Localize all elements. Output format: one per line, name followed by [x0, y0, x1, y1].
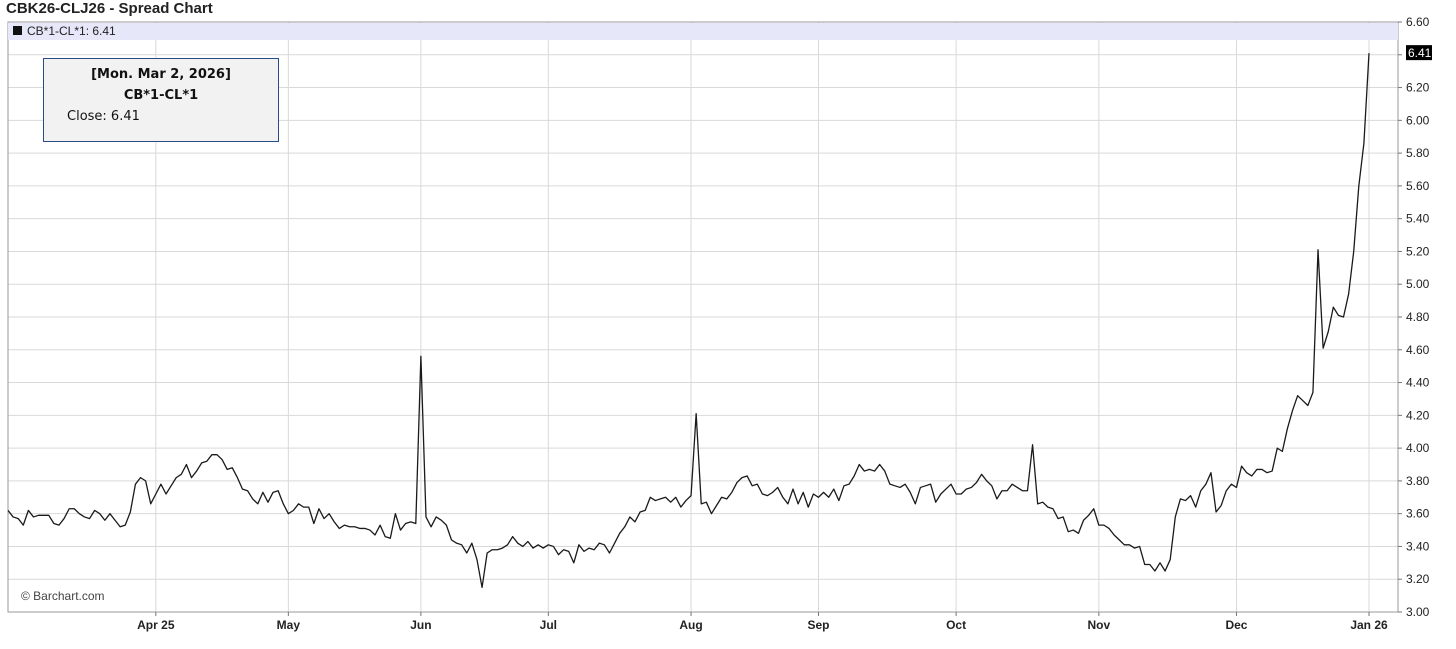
y-tick-label: 5.00 — [1406, 277, 1430, 291]
y-tick-label: 3.20 — [1406, 572, 1430, 586]
x-tick-label: Jun — [410, 618, 431, 632]
y-tick-label: 4.00 — [1406, 441, 1430, 455]
legend-swatch — [13, 26, 22, 35]
x-tick-label: Sep — [807, 618, 829, 632]
x-tick-label: Oct — [946, 618, 966, 632]
y-tick-label: 4.20 — [1406, 408, 1430, 422]
legend: CB*1-CL*1: 6.41 — [13, 24, 116, 38]
y-tick-label: 4.40 — [1406, 376, 1430, 390]
x-tick-label: Apr 25 — [137, 618, 175, 632]
y-tick-label: 3.80 — [1406, 474, 1430, 488]
y-tick-label: 6.60 — [1406, 15, 1430, 29]
y-tick-label: 5.80 — [1406, 146, 1430, 160]
x-tick-label: Jul — [540, 618, 557, 632]
y-tick-label: 6.00 — [1406, 113, 1430, 127]
last-value-label: 6.41 — [1408, 46, 1432, 60]
y-tick-label: 3.00 — [1406, 605, 1430, 619]
tooltip-date: [Mon. Mar 2, 2026] — [91, 67, 231, 82]
y-tick-label: 3.40 — [1406, 539, 1430, 553]
x-tick-label: May — [277, 618, 301, 632]
y-tick-label: 6.20 — [1406, 81, 1430, 95]
y-tick-label: 5.40 — [1406, 212, 1430, 226]
y-axis: 3.00 3.20 3.40 3.60 3.80 4.00 4.20 4.40 4.60 4.80… — [1398, 15, 1430, 619]
y-tick-label: 4.80 — [1406, 310, 1430, 324]
legend-band — [8, 23, 1398, 40]
x-tick-label: Dec — [1225, 618, 1247, 632]
tooltip-symbol: CB*1-CL*1 — [123, 88, 199, 103]
tooltip: [Mon. Mar 2, 2026] CB*1-CL*1 Close: 6.41 — [43, 58, 279, 142]
y-tick-label: 5.60 — [1406, 179, 1430, 193]
y-tick-label: 5.20 — [1406, 244, 1430, 258]
x-tick-label: Jan 26 — [1350, 618, 1388, 632]
y-tick-label: 3.60 — [1406, 507, 1430, 521]
x-tick-label: Nov — [1088, 618, 1111, 632]
tooltip-close: Close: 6.41 — [67, 109, 140, 124]
x-axis: Apr 25MayJunJulAugSepOctNovDecJan 26FebM… — [137, 612, 1388, 632]
y-tick-label: 4.60 — [1406, 343, 1430, 357]
x-tick-label: Aug — [679, 618, 702, 632]
last-value-tag: 6.41 — [1406, 45, 1432, 61]
watermark: © Barchart.com — [21, 589, 105, 603]
legend-label: CB*1-CL*1: 6.41 — [27, 24, 116, 38]
